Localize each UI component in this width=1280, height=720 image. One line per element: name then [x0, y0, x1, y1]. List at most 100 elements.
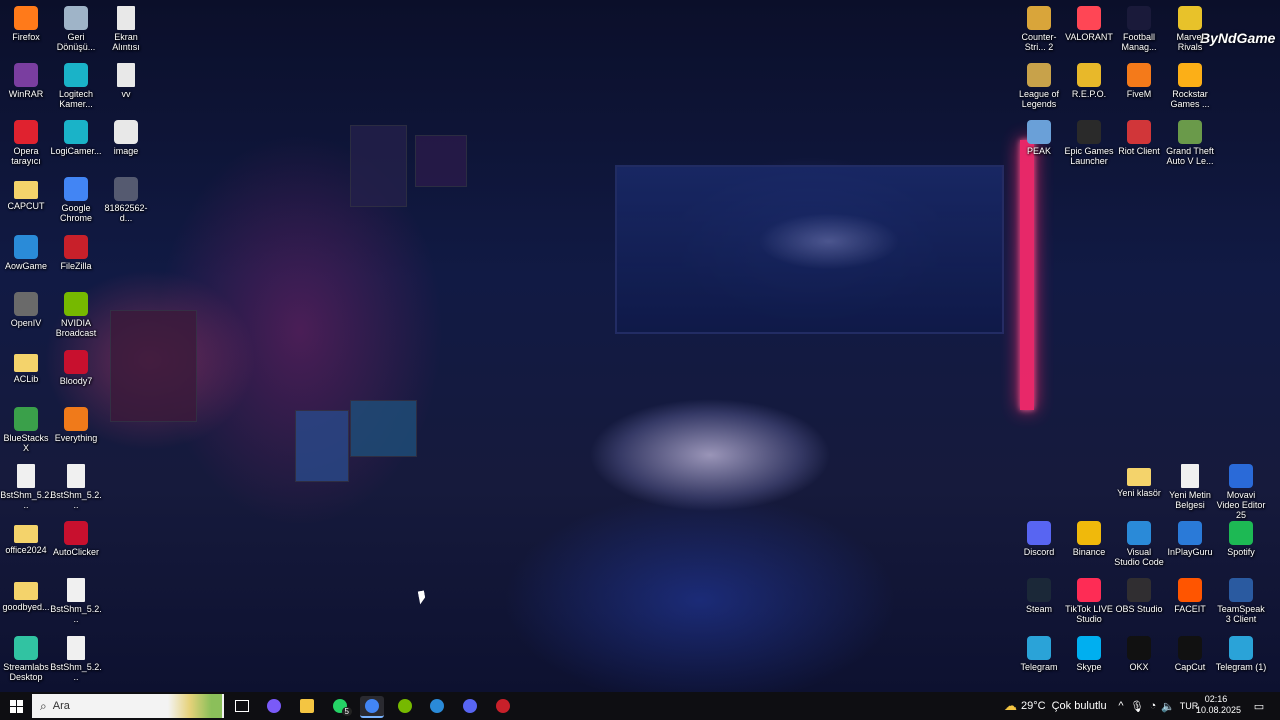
desktop-icon[interactable]: WinRAR — [0, 63, 52, 99]
microphone-button[interactable]: 🎙 — [1130, 696, 1144, 716]
desktop-icon[interactable]: Spotify — [1215, 521, 1267, 557]
desktop-icon-label: Discord — [1023, 547, 1055, 557]
taskbar-app-discord[interactable] — [458, 696, 482, 716]
desktop-icon[interactable]: Opera tarayıcı — [0, 120, 52, 166]
notifications-button[interactable]: ▭ — [1250, 696, 1268, 716]
desktop-icon[interactable]: Discord — [1013, 521, 1065, 557]
desktop-icon[interactable]: Skype — [1063, 636, 1115, 672]
taskbar-app-chrome[interactable] — [360, 696, 384, 718]
desktop-icon[interactable]: TeamSpeak 3 Client — [1215, 578, 1267, 624]
weather-icon: ☁ — [1004, 698, 1017, 713]
desktop-icon[interactable]: PEAK — [1013, 120, 1065, 156]
desktop-icon-label: Google Chrome — [59, 203, 92, 223]
desktop-icon-label: PEAK — [1026, 146, 1051, 156]
desktop-icon-label: Grand Theft Auto V Le... — [1166, 146, 1214, 166]
desktop-icon-label: Geri Dönüşü... — [56, 32, 96, 52]
desktop-icon[interactable]: 81862562-d... — [100, 177, 152, 223]
desktop-icon[interactable]: AowGame — [0, 235, 52, 271]
desktop-icon[interactable]: BstShm_5.2... — [0, 464, 52, 510]
desktop-icon[interactable]: Ekran Alıntısı — [100, 6, 152, 52]
steam-icon — [1027, 578, 1051, 602]
winrar-icon — [14, 63, 38, 87]
desktop-icon[interactable]: Logitech Kamer... — [50, 63, 102, 109]
everything-icon — [64, 407, 88, 431]
weather-widget[interactable]: ☁ 29°C Çok bulutlu — [1004, 696, 1114, 716]
desktop-icon[interactable]: TikTok LIVE Studio — [1063, 578, 1115, 624]
start-button[interactable] — [4, 696, 28, 716]
desktop-icon[interactable]: Steam — [1013, 578, 1065, 614]
taskbar-app-app[interactable] — [491, 696, 515, 716]
desktop-icon[interactable]: Telegram — [1013, 636, 1065, 672]
network-button[interactable]: ◔ — [1146, 696, 1160, 716]
desktop-icon[interactable]: Rockstar Games ... — [1164, 63, 1216, 109]
desktop-icon[interactable]: BlueStacks X — [0, 407, 52, 453]
desktop-icon[interactable]: image — [100, 120, 152, 156]
desktop-icon[interactable]: OKX — [1113, 636, 1165, 672]
desktop-icon[interactable]: Marvel Rivals — [1164, 6, 1216, 52]
folder-icon — [14, 525, 38, 543]
desktop-icon[interactable]: FACEIT — [1164, 578, 1216, 614]
desktop-icon[interactable]: Epic Games Launcher — [1063, 120, 1115, 166]
firefox-icon — [14, 6, 38, 30]
clock[interactable]: 02:16 10.08.2025 — [1196, 694, 1241, 716]
desktop-icon[interactable]: Bloody7 — [50, 350, 102, 386]
desktop-icon[interactable]: Yeni klasör — [1113, 464, 1165, 498]
tray-overflow-button[interactable]: ^ — [1114, 696, 1128, 716]
microphone-icon: 🎙 — [1130, 700, 1144, 713]
desktop-icon[interactable]: Everything — [50, 407, 102, 443]
desktop-icon-label: OpenIV — [10, 318, 42, 328]
desktop-icon[interactable]: OBS Studio — [1113, 578, 1165, 614]
desktop-icon-label: Skype — [1076, 662, 1102, 672]
desktop-icon[interactable]: Telegram (1) — [1215, 636, 1267, 672]
desktop-icon[interactable]: Football Manag... — [1113, 6, 1165, 52]
taskbar-app-task-view[interactable] — [230, 696, 254, 716]
desktop-icon[interactable]: FileZilla — [50, 235, 102, 271]
desktop-icon[interactable]: goodbyed... — [0, 578, 52, 612]
taskbar-app-whatsapp[interactable]: 5 — [328, 696, 352, 716]
desktop-icon-label: vv — [121, 89, 131, 99]
desktop-icon[interactable]: League of Legends — [1013, 63, 1065, 109]
desktop-icon[interactable]: AutoClicker — [50, 521, 102, 557]
desktop-icon[interactable]: CAPCUT — [0, 177, 52, 211]
desktop-icon[interactable]: Grand Theft Auto V Le... — [1164, 120, 1216, 166]
desktop-icon[interactable]: ACLib — [0, 350, 52, 384]
desktop-icon[interactable]: LogiCamer... — [50, 120, 102, 156]
desktop-icon[interactable]: R.E.P.O. — [1063, 63, 1115, 99]
desktop-icon-label: Telegram (1) — [1215, 662, 1267, 672]
desktop-icon-label: goodbyed... — [2, 602, 50, 612]
desktop-icon[interactable]: VALORANT — [1063, 6, 1115, 42]
desktop-icon[interactable]: Binance — [1063, 521, 1115, 557]
volume-button[interactable]: 🔈 — [1161, 696, 1175, 716]
taskbar-app-nvidia[interactable] — [393, 696, 417, 716]
telegram-icon — [1027, 636, 1051, 660]
desktop-icon[interactable]: BstShm_5.2... — [50, 464, 102, 510]
desktop-icon-label: CapCut — [1174, 662, 1206, 672]
desktop-icon[interactable]: BstShm_5.2... — [50, 636, 102, 682]
desktop-icon[interactable]: Riot Client — [1113, 120, 1165, 156]
desktop-icon[interactable]: CapCut — [1164, 636, 1216, 672]
desktop-icon[interactable]: BstShm_5.2... — [50, 578, 102, 624]
taskbar-app-vscode[interactable] — [425, 696, 449, 716]
desktop-icon[interactable]: Streamlabs Desktop — [0, 636, 52, 682]
desktop-icon[interactable]: office2024 — [0, 521, 52, 555]
desktop-icon[interactable]: Visual Studio Code — [1113, 521, 1165, 567]
desktop-icon[interactable]: FiveM — [1113, 63, 1165, 99]
desktop-icon[interactable]: Geri Dönüşü... — [50, 6, 102, 52]
taskbar-app-copilot[interactable] — [262, 696, 286, 716]
desktop-icon[interactable]: InPlayGuru — [1164, 521, 1216, 557]
taskbar-search[interactable]: ⌕ Ara — [32, 694, 224, 718]
desktop-icon[interactable]: vv — [100, 63, 152, 99]
obs-icon — [1127, 578, 1151, 602]
desktop-icon[interactable]: Yeni Metin Belgesi — [1164, 464, 1216, 510]
taskbar-app-file-explorer[interactable] — [295, 696, 319, 716]
desktop-icon-label: Steam — [1025, 604, 1052, 614]
desktop-icon-label: AutoClicker — [52, 547, 99, 557]
desktop-icon[interactable]: Google Chrome — [50, 177, 102, 223]
desktop-icon[interactable]: Firefox — [0, 6, 52, 42]
desktop-icon[interactable]: NVIDIA Broadcast — [50, 292, 102, 338]
desktop-icon[interactable]: Movavi Video Editor 25 — [1215, 464, 1267, 520]
desktop-icon[interactable]: OpenIV — [0, 292, 52, 328]
desktop-icon-label: Marvel Rivals — [1176, 32, 1204, 52]
desktop-icon-label: Football Manag... — [1121, 32, 1157, 52]
desktop-icon[interactable]: Counter-Stri... 2 — [1013, 6, 1065, 52]
